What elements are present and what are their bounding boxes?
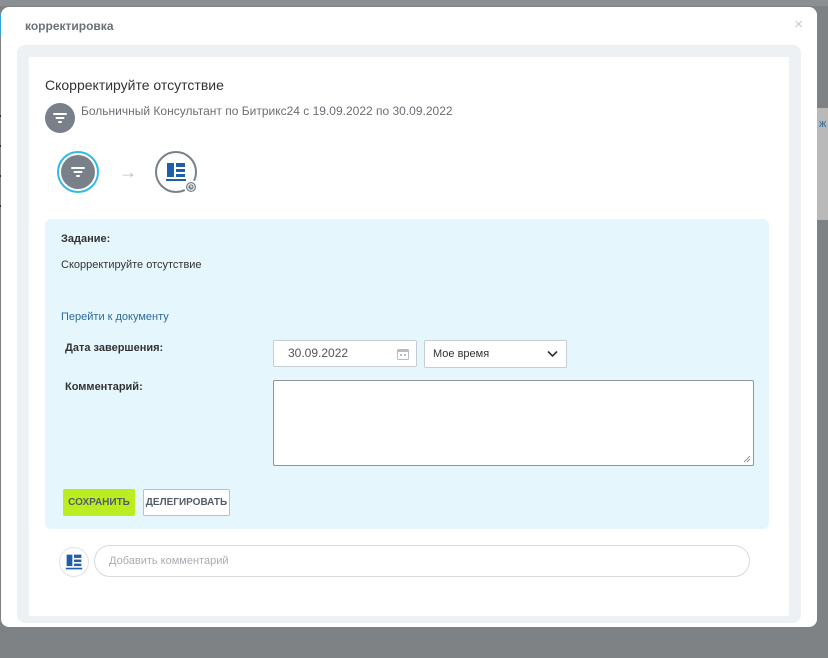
arrow-right-icon: →	[119, 161, 137, 182]
completion-date-label: Дата завершения:	[65, 342, 164, 354]
go-to-document-link[interactable]: Перейти к документу	[61, 311, 169, 323]
task-info-row: Больничный Консультант по Битрикс24 с 19…	[45, 103, 453, 133]
completion-date-input[interactable]: 30.09.2022	[273, 340, 417, 367]
chevron-down-icon	[547, 350, 558, 358]
resize-handle-icon[interactable]	[743, 455, 751, 463]
filter-icon	[45, 103, 75, 133]
filter-icon	[61, 155, 95, 189]
add-comment-row: Добавить комментарий	[59, 545, 779, 577]
modal-title: корректировка	[25, 19, 114, 33]
workflow-start-node	[57, 151, 99, 193]
avatar	[59, 547, 89, 577]
workflow-diagram: →	[57, 151, 198, 194]
clock-icon	[184, 180, 198, 194]
comment-label: Комментарий:	[65, 381, 143, 393]
task-form: Задание: Скорректируйте отсутствие Перей…	[45, 219, 769, 529]
save-button[interactable]: СОХРАНИТЬ	[63, 489, 135, 516]
modal-body: Скорректируйте отсутствие Больничный Кон…	[17, 45, 801, 623]
add-comment-input[interactable]: Добавить комментарий	[94, 545, 750, 577]
calendar-icon[interactable]	[397, 348, 409, 360]
workflow-end-node	[155, 151, 198, 194]
time-select-value: Мое время	[433, 348, 490, 360]
delegate-button[interactable]: ДЕЛЕГИРОВАТЬ	[143, 489, 230, 516]
close-icon[interactable]: ×	[794, 17, 803, 32]
completion-date-value: 30.09.2022	[288, 346, 349, 360]
task-info-text: Больничный Консультант по Битрикс24 с 19…	[81, 104, 453, 118]
company-logo-icon	[65, 554, 83, 570]
background-right-panel: ж	[816, 108, 828, 220]
background-top-strip	[0, 0, 828, 6]
comment-textarea[interactable]	[273, 380, 754, 466]
correction-modal: корректировка × Скорректируйте отсутстви…	[1, 7, 817, 627]
task-card: Скорректируйте отсутствие Больничный Кон…	[29, 57, 789, 616]
task-description: Скорректируйте отсутствие	[61, 259, 202, 271]
task-title: Скорректируйте отсутствие	[45, 77, 224, 93]
background-right-text: ж	[819, 118, 827, 130]
time-select[interactable]: Мое время	[424, 340, 567, 368]
company-logo-icon	[166, 163, 186, 181]
task-label: Задание:	[61, 233, 111, 245]
